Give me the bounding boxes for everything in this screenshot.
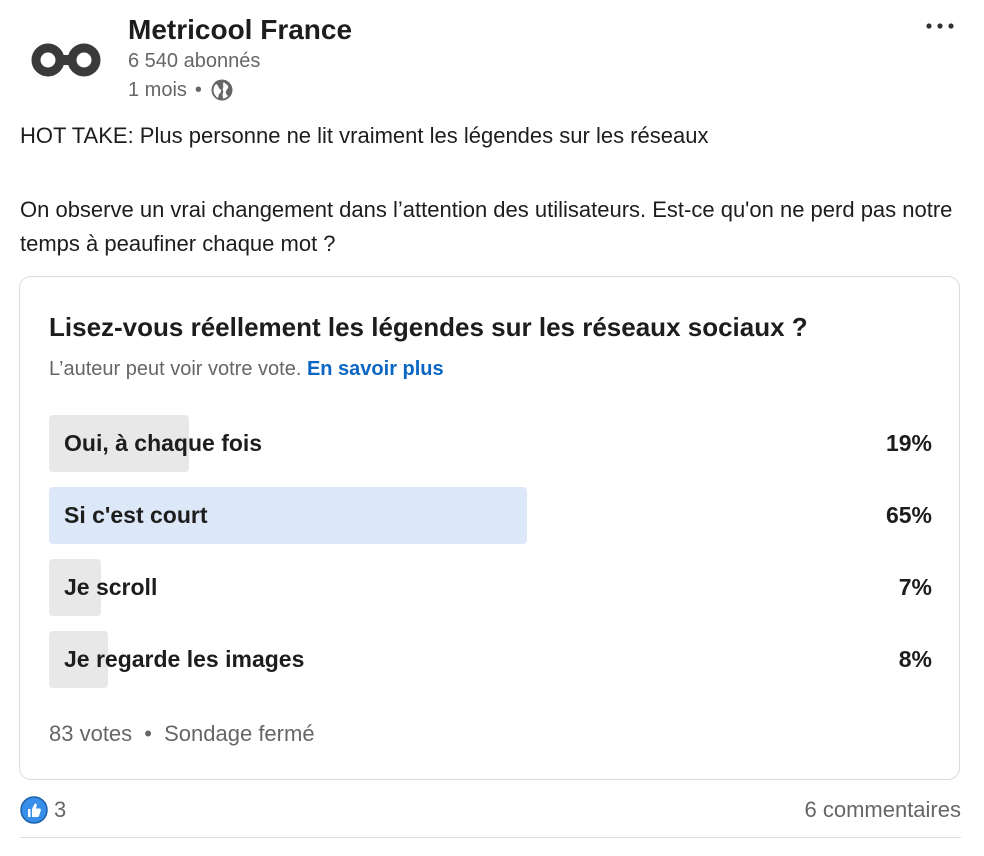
poll-option[interactable]: Je regarde les images 8% bbox=[49, 631, 932, 688]
post-age: 1 mois bbox=[128, 78, 187, 101]
poll-option-percent: 7% bbox=[898, 574, 932, 600]
poll-privacy-note: L’auteur peut voir votre vote. bbox=[49, 358, 302, 380]
post-text-line-1: HOT TAKE: Plus personne ne lit vraiment … bbox=[20, 123, 709, 148]
poll-summary: 83 votes • Sondage fermé bbox=[49, 721, 315, 747]
like-count[interactable]: 3 bbox=[54, 797, 66, 823]
summary-separator: • bbox=[144, 721, 152, 746]
footer-divider bbox=[20, 837, 961, 838]
meta-separator: • bbox=[194, 78, 202, 101]
poll-option-label: Si c'est court bbox=[64, 502, 208, 528]
poll-option-label: Je regarde les images bbox=[64, 646, 305, 672]
poll-note: L’auteur peut voir votre vote. En savoir… bbox=[49, 358, 444, 381]
more-options-icon[interactable] bbox=[924, 16, 956, 36]
poll-question: Lisez-vous réellement les légendes sur l… bbox=[49, 312, 808, 342]
poll-option[interactable]: Oui, à chaque fois 19% bbox=[49, 415, 932, 472]
poll-option-percent: 19% bbox=[885, 430, 932, 456]
learn-more-link[interactable]: En savoir plus bbox=[307, 358, 444, 380]
poll-card: Lisez-vous réellement les légendes sur l… bbox=[19, 276, 960, 780]
post-meta: 1 mois • bbox=[128, 78, 234, 102]
post-text-line-2: On observe un vrai changement dans l’att… bbox=[20, 197, 953, 256]
poll-option-percent: 8% bbox=[898, 646, 932, 672]
poll-option-label: Oui, à chaque fois bbox=[64, 430, 263, 456]
poll-option[interactable]: Si c'est court 65% bbox=[49, 487, 932, 544]
post-header: Metricool France 6 540 abonnés 1 mois • bbox=[0, 0, 984, 112]
poll-option-label: Je scroll bbox=[64, 574, 158, 600]
globe-icon bbox=[211, 79, 233, 101]
follower-count: 6 540 abonnés bbox=[128, 50, 261, 72]
metricool-logo-icon[interactable] bbox=[30, 40, 102, 80]
engagement-bar: 3 6 commentaires bbox=[20, 793, 961, 827]
comment-count[interactable]: 6 commentaires bbox=[804, 797, 961, 823]
like-icon[interactable] bbox=[20, 796, 48, 824]
poll-status: Sondage fermé bbox=[164, 721, 315, 746]
poll-option[interactable]: Je scroll 7% bbox=[49, 559, 932, 616]
author-name[interactable]: Metricool France bbox=[128, 14, 352, 46]
vote-count: 83 votes bbox=[49, 721, 133, 746]
poll-option-percent: 65% bbox=[885, 502, 932, 528]
